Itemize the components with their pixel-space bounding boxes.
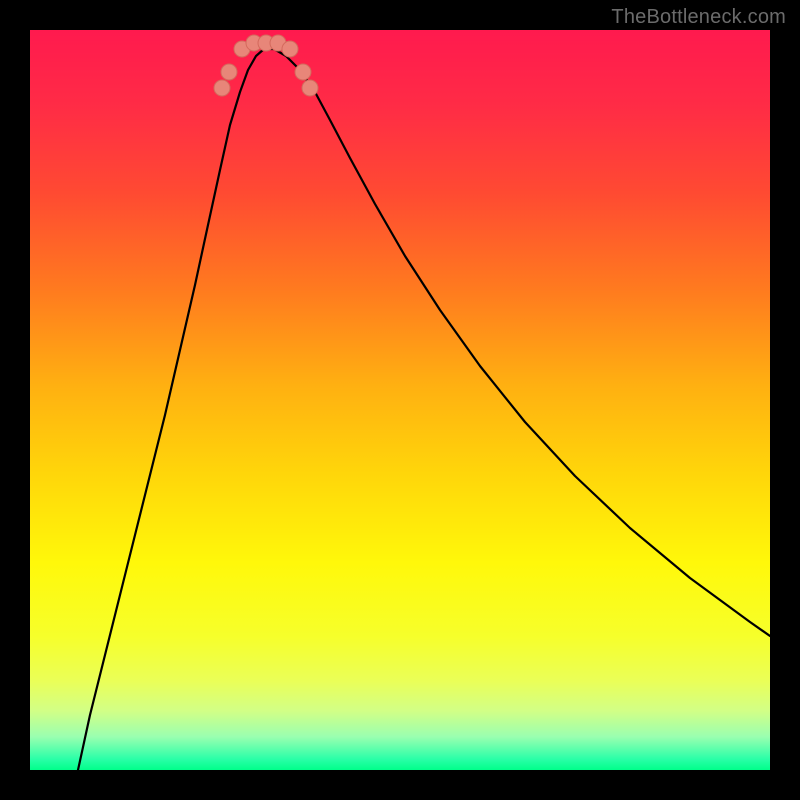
sweet-spot-marker — [295, 64, 311, 80]
sweet-spot-marker — [214, 80, 230, 96]
watermark-text: TheBottleneck.com — [611, 6, 786, 29]
bottleneck-curve — [30, 30, 770, 770]
sweet-spot-marker — [221, 64, 237, 80]
sweet-spot-marker — [302, 80, 318, 96]
plot-area — [30, 30, 770, 770]
chart-frame: TheBottleneck.com — [0, 0, 800, 800]
sweet-spot-marker — [282, 41, 298, 57]
